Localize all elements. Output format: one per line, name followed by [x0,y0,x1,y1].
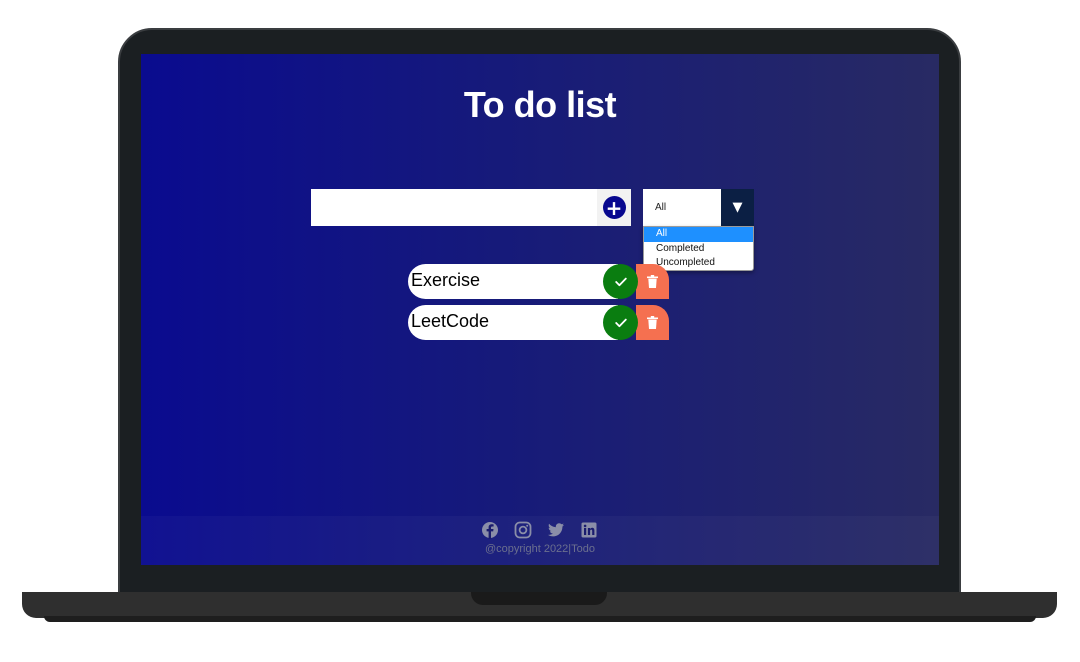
delete-button[interactable] [636,305,669,340]
complete-button[interactable] [603,305,638,340]
caret-down-icon[interactable]: ▼ [721,189,754,226]
laptop-notch [471,592,607,605]
plus-icon: + [602,196,626,219]
todo-item: LeetCode [408,305,669,340]
delete-button[interactable] [636,264,669,299]
todo-input[interactable] [311,189,597,226]
app-screen: To do list + All ▼ All Completed Uncompl… [141,54,939,565]
twitter-icon[interactable] [547,521,565,539]
footer: @copyright 2022|Todo [141,516,939,565]
filter-option-completed[interactable]: Completed [644,242,753,257]
copyright-text: @copyright 2022|Todo [484,543,596,555]
trash-icon [647,316,658,329]
todo-item-body: LeetCode [408,305,618,340]
add-todo-button[interactable]: + [597,189,631,226]
trash-icon [647,275,658,288]
social-links [481,521,598,539]
check-icon [614,277,627,286]
page-title: To do list [463,84,617,125]
todo-text: LeetCode [411,311,490,331]
instagram-icon[interactable] [514,521,532,539]
laptop-base-shadow [44,616,1036,622]
facebook-icon[interactable] [481,521,499,539]
check-icon [614,318,627,327]
todo-text: Exercise [411,270,481,290]
filter-selected-value: All [655,202,667,213]
filter-select[interactable]: All ▼ [643,189,754,226]
todo-item: Exercise [408,264,669,299]
complete-button[interactable] [603,264,638,299]
todo-item-body: Exercise [408,264,618,299]
linkedin-icon[interactable] [580,521,598,539]
filter-option-all[interactable]: All [644,227,753,242]
